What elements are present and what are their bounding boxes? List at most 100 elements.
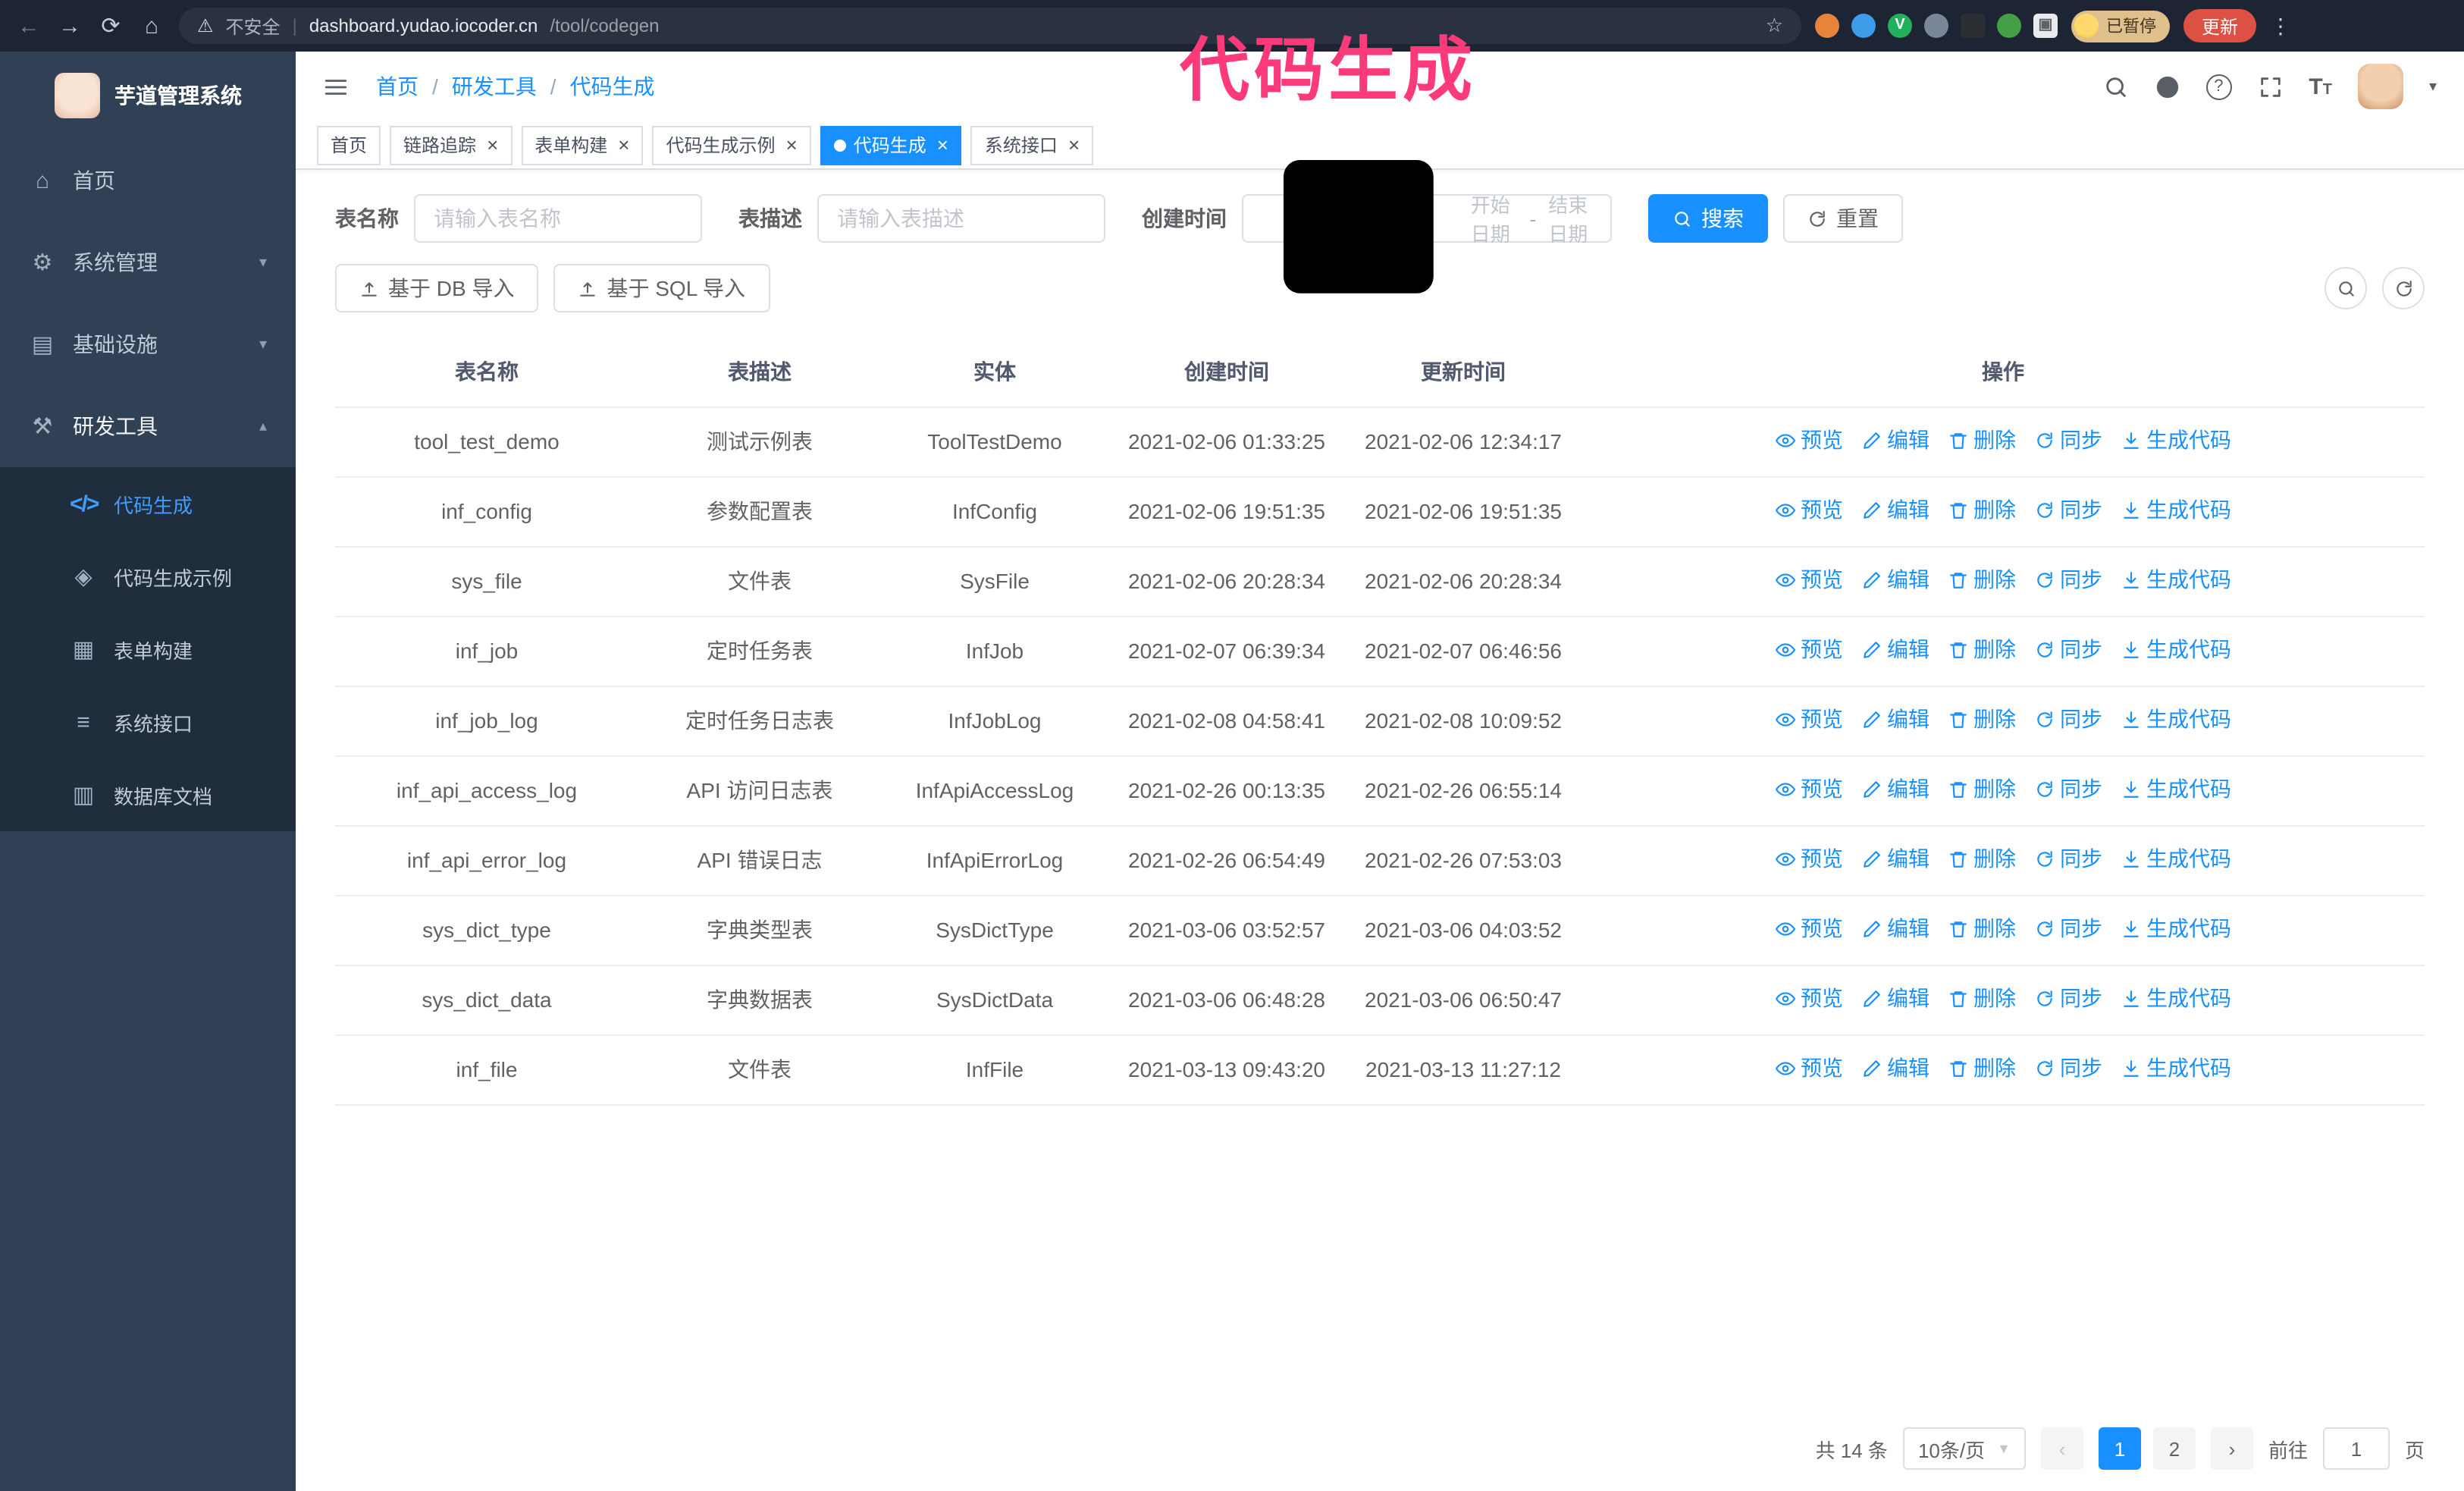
date-range-picker[interactable]: 开始日期 - 结束日期 [1242, 143, 1612, 293]
close-icon[interactable]: × [487, 135, 498, 155]
extension-icon-dark[interactable] [1961, 14, 1985, 38]
preview-link[interactable]: 预览 [1775, 984, 1843, 1013]
sync-link[interactable]: 同步 [2034, 984, 2102, 1013]
preview-link[interactable]: 预览 [1775, 1054, 1843, 1083]
delete-link[interactable]: 删除 [1948, 566, 2016, 595]
date-end-placeholder[interactable]: 结束日期 [1548, 190, 1595, 247]
sync-link[interactable]: 同步 [2034, 496, 2102, 525]
generate-code-link[interactable]: 生成代码 [2121, 775, 2231, 804]
avatar-caret-icon[interactable]: ▾ [2429, 78, 2437, 95]
edit-link[interactable]: 编辑 [1861, 1054, 1930, 1083]
preview-link[interactable]: 预览 [1775, 426, 1843, 455]
bookmark-star-icon[interactable]: ☆ [1766, 14, 1783, 38]
sync-link[interactable]: 同步 [2034, 636, 2102, 664]
url-bar[interactable]: ⚠ 不安全 | dashboard.yudao.iocoder.cn/tool/… [179, 8, 1801, 44]
preview-link[interactable]: 预览 [1775, 775, 1843, 804]
edit-link[interactable]: 编辑 [1861, 496, 1930, 525]
sync-link[interactable]: 同步 [2034, 915, 2102, 943]
generate-code-link[interactable]: 生成代码 [2121, 566, 2231, 595]
next-page-button[interactable]: › [2210, 1427, 2253, 1470]
close-icon[interactable]: × [1068, 135, 1080, 155]
sidebar-item-codegen[interactable]: </> 代码生成 [0, 467, 296, 540]
delete-link[interactable]: 删除 [1948, 426, 2016, 455]
import-db-button[interactable]: 基于 DB 导入 [335, 264, 539, 312]
sync-link[interactable]: 同步 [2034, 845, 2102, 874]
delete-link[interactable]: 删除 [1948, 915, 2016, 943]
tag-item[interactable]: 首页 [317, 125, 381, 165]
browser-menu-icon[interactable]: ⋮ [2270, 13, 2291, 39]
preview-link[interactable]: 预览 [1775, 566, 1843, 595]
refresh-table-button[interactable] [2382, 267, 2425, 309]
toggle-search-button[interactable] [2324, 267, 2367, 309]
sync-link[interactable]: 同步 [2034, 1054, 2102, 1083]
close-icon[interactable]: × [618, 135, 629, 155]
sidebar-item-system-management[interactable]: ⚙ 系统管理 ▾ [0, 221, 296, 303]
back-icon[interactable]: ← [15, 13, 42, 39]
edit-link[interactable]: 编辑 [1861, 705, 1930, 734]
extension-icon-blue[interactable] [1851, 14, 1876, 38]
extension-icon-orange[interactable] [1815, 14, 1839, 38]
search-button[interactable]: 搜索 [1648, 194, 1768, 243]
github-icon[interactable] [2154, 74, 2180, 99]
profile-paused-badge[interactable]: 已暂停 [2071, 10, 2170, 42]
delete-link[interactable]: 删除 [1948, 775, 2016, 804]
reset-button[interactable]: 重置 [1783, 194, 1903, 243]
generate-code-link[interactable]: 生成代码 [2121, 984, 2231, 1013]
tag-item[interactable]: 表单构建 × [521, 125, 644, 165]
edit-link[interactable]: 编辑 [1861, 775, 1930, 804]
delete-link[interactable]: 删除 [1948, 705, 2016, 734]
preview-link[interactable]: 预览 [1775, 705, 1843, 734]
sidebar-toggle-icon[interactable] [323, 74, 349, 99]
puzzle-extension-icon[interactable]: ▣ [2033, 14, 2058, 38]
edit-link[interactable]: 编辑 [1861, 984, 1930, 1013]
sync-link[interactable]: 同步 [2034, 566, 2102, 595]
extension-icon-leaf[interactable] [1997, 14, 2021, 38]
breadcrumb-item[interactable]: 首页 [376, 71, 419, 102]
sync-link[interactable]: 同步 [2034, 775, 2102, 804]
sidebar-item-home[interactable]: ⌂ 首页 [0, 140, 296, 221]
forward-icon[interactable]: → [56, 13, 83, 39]
edit-link[interactable]: 编辑 [1861, 636, 1930, 664]
extension-icon-people[interactable] [1924, 14, 1948, 38]
table-name-input[interactable] [414, 194, 702, 243]
date-start-placeholder[interactable]: 开始日期 [1471, 190, 1518, 247]
delete-link[interactable]: 删除 [1948, 496, 2016, 525]
security-label[interactable]: 不安全 [226, 13, 281, 39]
delete-link[interactable]: 删除 [1948, 845, 2016, 874]
edit-link[interactable]: 编辑 [1861, 915, 1930, 943]
preview-link[interactable]: 预览 [1775, 496, 1843, 525]
preview-link[interactable]: 预览 [1775, 845, 1843, 874]
sidebar-item-form-builder[interactable]: ▦ 表单构建 [0, 613, 296, 686]
preview-link[interactable]: 预览 [1775, 915, 1843, 943]
edit-link[interactable]: 编辑 [1861, 845, 1930, 874]
browser-home-icon[interactable]: ⌂ [138, 13, 165, 39]
preview-link[interactable]: 预览 [1775, 636, 1843, 664]
search-icon[interactable] [2102, 74, 2128, 99]
generate-code-link[interactable]: 生成代码 [2121, 705, 2231, 734]
close-icon[interactable]: × [937, 135, 948, 155]
fullscreen-icon[interactable] [2257, 74, 2283, 99]
generate-code-link[interactable]: 生成代码 [2121, 426, 2231, 455]
sidebar-item-dev-tools[interactable]: ⚒ 研发工具 ▴ [0, 385, 296, 467]
page-size-select[interactable]: 10条/页 ▼ [1902, 1427, 2026, 1470]
sidebar-item-system-api[interactable]: ≡ 系统接口 [0, 686, 296, 758]
browser-update-button[interactable]: 更新 [2183, 9, 2257, 42]
sync-link[interactable]: 同步 [2034, 426, 2102, 455]
generate-code-link[interactable]: 生成代码 [2121, 845, 2231, 874]
page-button-2[interactable]: 2 [2152, 1427, 2196, 1470]
reload-icon[interactable]: ⟳ [97, 12, 124, 39]
tag-item[interactable]: 代码生成 × [820, 125, 962, 165]
delete-link[interactable]: 删除 [1948, 1054, 2016, 1083]
sidebar-item-infrastructure[interactable]: ▤ 基础设施 ▾ [0, 303, 296, 385]
tag-item[interactable]: 链路追踪 × [390, 125, 513, 165]
sync-link[interactable]: 同步 [2034, 705, 2102, 734]
breadcrumb-item[interactable]: 研发工具 [452, 71, 537, 102]
sidebar-item-database-doc[interactable]: ▥ 数据库文档 [0, 758, 296, 831]
extension-icon-green-v[interactable]: V [1888, 14, 1912, 38]
table-desc-input[interactable] [817, 194, 1105, 243]
edit-link[interactable]: 编辑 [1861, 566, 1930, 595]
edit-link[interactable]: 编辑 [1861, 426, 1930, 455]
prev-page-button[interactable]: ‹ [2040, 1427, 2083, 1470]
user-avatar[interactable] [2357, 64, 2403, 109]
generate-code-link[interactable]: 生成代码 [2121, 915, 2231, 943]
